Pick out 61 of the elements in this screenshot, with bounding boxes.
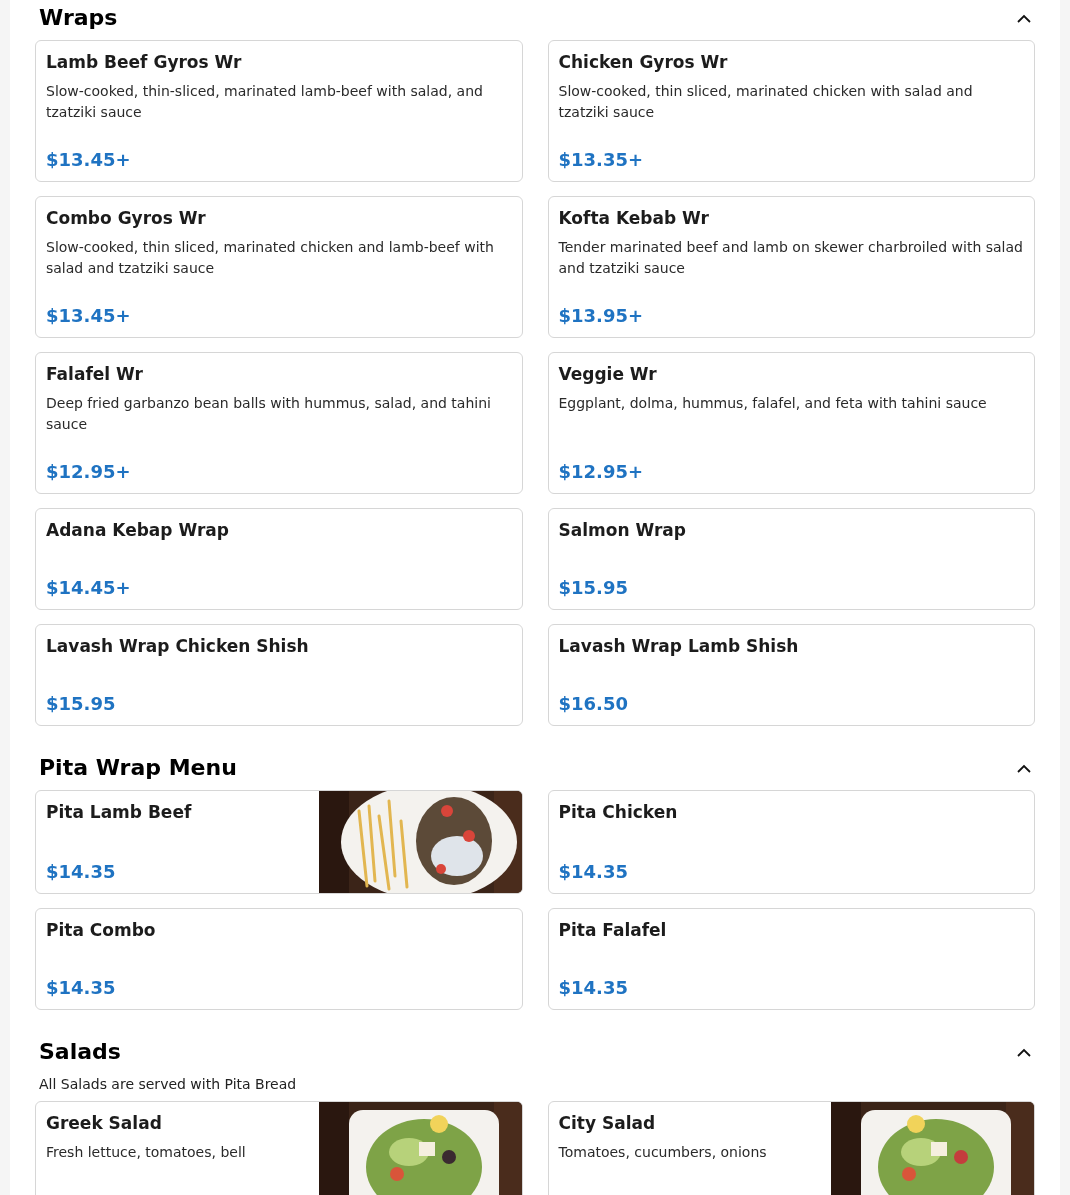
section-note: All Salads are served with Pita Bread	[38, 1075, 298, 1094]
item-price: $13.45+	[46, 304, 132, 328]
chevron-up-icon[interactable]	[1017, 13, 1031, 23]
menu-item-card[interactable]: Pita Falafel $14.35	[547, 908, 1035, 1010]
item-price: $13.35+	[558, 148, 645, 172]
menu-item-card[interactable]: Pita Combo $14.35	[35, 908, 523, 1010]
item-description: Eggplant, dolma, hummus, falafel, and feta with tahini sauce	[558, 394, 988, 413]
menu-item-card[interactable]: Lavash Wrap Chicken Shish $15.95	[35, 624, 523, 726]
item-price: $13.95+	[558, 304, 645, 328]
item-name: Combo Gyros Wr	[46, 207, 207, 230]
chevron-up-icon[interactable]	[1017, 1047, 1031, 1057]
item-price: $14.35	[46, 976, 117, 1000]
item-description: Tomatoes, cucumbers, onions	[558, 1143, 768, 1162]
item-description: Slow-cooked, thin sliced, marinated chicken with salad and tzatziki sauce	[558, 82, 974, 122]
item-name: Kofta Kebab Wr	[558, 207, 710, 230]
item-description: Slow-cooked, thin sliced, marinated chicken and lamb-beef with salad and tzatziki sauce	[46, 238, 495, 278]
menu-item-card[interactable]: Falafel Wr Deep fried garbanzo bean balls with hummus, salad, and tahini sauce $12.95+	[35, 352, 523, 494]
item-description: Deep fried garbanzo bean balls with hummus, salad, and tahini sauce	[46, 394, 492, 434]
menu-item-card[interactable]: Lamb Beef Gyros Wr Slow-cooked, thin-sliced, marinated lamb-beef with salad, and tzatziki sauce $13.45+	[35, 40, 523, 182]
item-description: Fresh lettuce, tomatoes, bell	[46, 1143, 247, 1162]
menu-item-card[interactable]: Pita Chicken $14.35	[547, 790, 1035, 894]
item-name: Lamb Beef Gyros Wr	[46, 51, 243, 74]
item-name: Lavash Wrap Lamb Shish	[558, 635, 800, 658]
item-name: Salmon Wrap	[558, 519, 687, 542]
item-name: City Salad	[558, 1112, 657, 1135]
menu-item-card[interactable]: Salmon Wrap $15.95	[547, 508, 1035, 610]
menu-item-card[interactable]: City Salad Tomatoes, cucumbers, onions	[547, 1101, 1035, 1195]
section-title: Wraps	[39, 4, 118, 32]
item-name: Greek Salad	[46, 1112, 163, 1135]
menu-item-card[interactable]: Greek Salad Fresh lettuce, tomatoes, bell	[35, 1101, 523, 1195]
menu-item-card[interactable]: Pita Lamb Beef $14.35	[35, 790, 523, 894]
item-name: Pita Chicken	[558, 801, 679, 824]
item-price: $15.95	[558, 576, 629, 600]
chevron-up-icon[interactable]	[1017, 763, 1031, 773]
menu-item-card[interactable]: Kofta Kebab Wr Tender marinated beef and lamb on skewer charbroiled with salad and tzatziki sauce $13.95+	[547, 196, 1035, 338]
item-price: $14.35	[558, 860, 629, 884]
item-name: Adana Kebap Wrap	[46, 519, 230, 542]
item-price: $16.50	[558, 692, 629, 716]
item-price: $14.35	[558, 976, 629, 1000]
item-name: Chicken Gyros Wr	[558, 51, 729, 74]
item-price: $14.45+	[46, 576, 132, 600]
section-title: Salads	[39, 1038, 121, 1066]
item-name: Veggie Wr	[558, 363, 658, 386]
item-name: Lavash Wrap Chicken Shish	[46, 635, 310, 658]
menu-item-card[interactable]: Combo Gyros Wr Slow-cooked, thin sliced, marinated chicken and lamb-beef with salad and tzatziki sauce $13.45+	[35, 196, 523, 338]
item-price: $15.95	[46, 692, 117, 716]
item-price: $12.95+	[558, 460, 645, 484]
item-description: Tender marinated beef and lamb on skewer charbroiled with salad and tzatziki sauce	[558, 238, 1024, 278]
item-name: Pita Combo	[46, 919, 157, 942]
item-price: $13.45+	[46, 148, 132, 172]
item-name: Pita Lamb Beef	[46, 801, 193, 824]
item-name: Falafel Wr	[46, 363, 144, 386]
item-price: $14.35	[46, 860, 117, 884]
section-title: Pita Wrap Menu	[39, 754, 237, 782]
menu-item-card[interactable]: Chicken Gyros Wr Slow-cooked, thin sliced, marinated chicken with salad and tzatziki sauce $13.35+	[547, 40, 1035, 182]
menu-item-card[interactable]: Veggie Wr Eggplant, dolma, hummus, falafel, and feta with tahini sauce $12.95+	[547, 352, 1035, 494]
item-price: $12.95+	[46, 460, 132, 484]
item-name: Pita Falafel	[558, 919, 668, 942]
item-description: Slow-cooked, thin-sliced, marinated lamb-beef with salad, and tzatziki sauce	[46, 82, 484, 122]
menu-item-card[interactable]: Adana Kebap Wrap $14.45+	[35, 508, 523, 610]
menu-item-card[interactable]: Lavash Wrap Lamb Shish $16.50	[547, 624, 1035, 726]
